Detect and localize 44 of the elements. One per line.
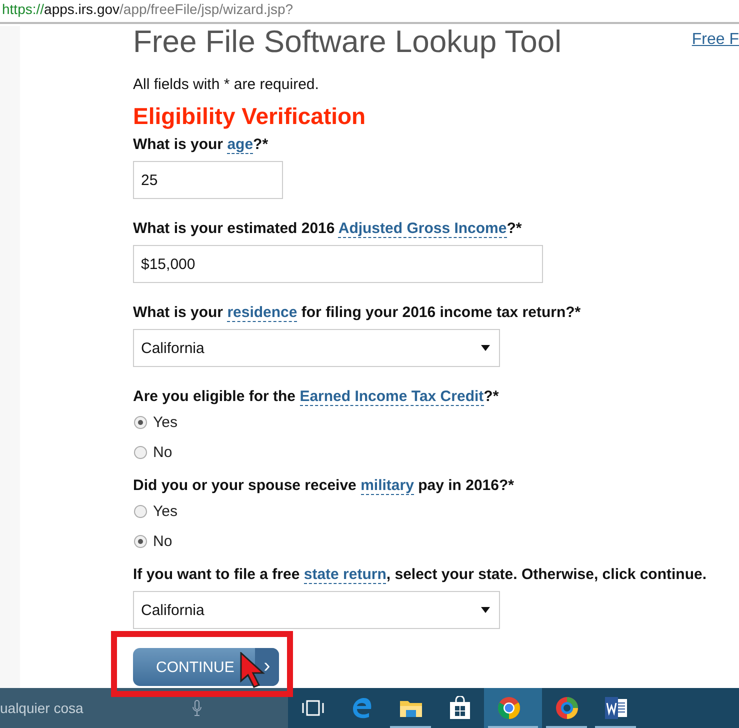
url-scheme: https:// — [2, 1, 44, 17]
caret-icon — [481, 345, 490, 351]
option-label: No — [153, 444, 172, 460]
task-view-icon — [302, 700, 324, 716]
address-bar[interactable]: https://apps.irs.gov/app/freeFile/jsp/wizard.jsp? — [0, 0, 739, 24]
e-letter-icon — [350, 697, 372, 719]
option-label: Yes — [153, 502, 178, 520]
document-app-icon — [604, 697, 628, 719]
option-label: No — [153, 532, 172, 550]
help-link[interactable]: Earned Income Tax Credit — [300, 388, 484, 406]
url-path: /app/freeFile/jsp/wizard.jsp? — [120, 1, 294, 17]
radio-button[interactable] — [134, 446, 147, 458]
radio-button[interactable] — [134, 416, 147, 428]
question-label: Did you or your spouse receive military pay in 2016?* — [133, 476, 515, 496]
input-field[interactable]: 25 — [133, 161, 283, 199]
state-dropdown[interactable]: California — [133, 591, 500, 629]
microphone-icon[interactable] — [192, 700, 202, 716]
state-dropdown[interactable]: California — [133, 329, 500, 367]
browser-icon — [496, 696, 520, 720]
question-label: What is your age?* — [133, 135, 270, 155]
question-label: What is your residence for filing your 2016 income tax return?* — [133, 303, 582, 323]
section-title: Eligibility Verification — [133, 102, 367, 130]
help-link[interactable]: Adjusted Gross Income — [338, 220, 507, 238]
page-title: Free File Software Lookup Tool — [133, 26, 562, 58]
input-field[interactable]: $15,000 — [133, 245, 543, 283]
caret-icon — [481, 607, 490, 613]
store-bag-icon — [448, 696, 470, 720]
required-note: All fields with * are required. — [133, 76, 320, 93]
ring-icon — [554, 696, 578, 720]
radio-button[interactable] — [134, 534, 147, 548]
header-link[interactable]: Free F — [692, 31, 739, 49]
radio-button[interactable] — [134, 504, 147, 518]
search-field[interactable]: ualquier cosa — [0, 688, 288, 728]
folder-icon — [398, 698, 422, 718]
url-host: apps.irs.gov — [44, 1, 120, 17]
help-link[interactable]: military — [360, 477, 414, 495]
question-label: Are you eligible for the Earned Income Tax Credit?* — [133, 387, 500, 407]
question-label: What is your estimated 2016 Adjusted Gross Income?* — [133, 219, 523, 239]
help-link[interactable]: state return — [304, 566, 386, 584]
help-link[interactable]: residence — [227, 304, 298, 322]
help-link[interactable]: age — [227, 136, 254, 154]
question-label: If you want to file a free state return, select your state. Otherwise, click continue. — [133, 565, 708, 585]
cursor-icon — [240, 652, 266, 688]
option-label: Yes — [153, 414, 178, 430]
